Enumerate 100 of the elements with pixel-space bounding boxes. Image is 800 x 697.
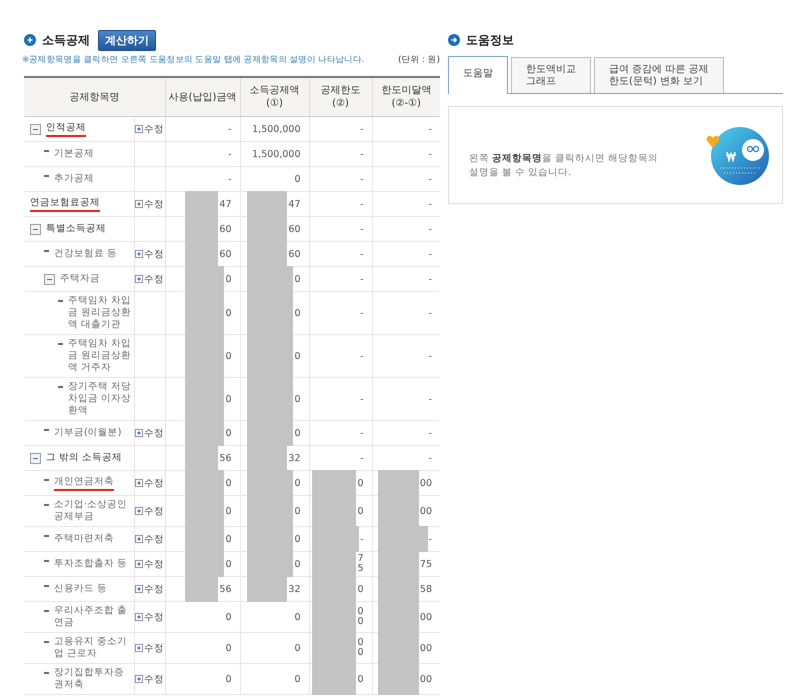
item-name[interactable]: 투자조합출자 등 [54, 558, 128, 570]
tab[interactable]: 도움말 [448, 56, 508, 94]
table-cell: 1,500,000 [252, 124, 300, 134]
column-header: 공제한도(②) [309, 77, 372, 116]
table-cell: 60 [288, 250, 300, 260]
item-name[interactable]: 추가공제 [54, 173, 94, 185]
table-cell: - [428, 200, 432, 210]
column-header: 공제항목명 [24, 77, 165, 116]
edit-button[interactable]: 수정 [135, 122, 164, 136]
calculate-button[interactable]: 계산하기 [98, 30, 156, 50]
item-name[interactable]: 연금보험료공제 [30, 196, 100, 212]
table-cell: 00 [420, 644, 432, 654]
edit-button[interactable]: 수정 [135, 198, 164, 210]
collapse-toggle[interactable] [30, 124, 41, 134]
item-name[interactable]: 인적공제 [46, 122, 86, 136]
table-cell: 0 [294, 428, 300, 438]
edit-button[interactable]: 수정 [135, 610, 164, 624]
item-name[interactable]: 주택마련저축 [54, 533, 114, 545]
table-cell: - [360, 454, 364, 464]
table-cell: - [428, 352, 432, 362]
edit-button[interactable]: 수정 [135, 504, 164, 518]
table-cell: - [360, 200, 364, 210]
table-cell: 56 [219, 454, 232, 464]
item-name[interactable]: 우리사주조합 출연금 [54, 605, 132, 629]
table-cell: 1,500,000 [252, 150, 300, 160]
collapse-toggle[interactable] [44, 274, 55, 284]
edit-button[interactable]: 수정 [135, 642, 164, 654]
table-cell: 0 [294, 478, 300, 488]
edit-button[interactable]: 수정 [135, 426, 164, 440]
item-name[interactable]: 장기집합투자증권저축 [54, 667, 132, 691]
plus-icon [135, 507, 143, 515]
table-cell: 00 [420, 506, 432, 516]
table-cell: - [360, 124, 364, 134]
table-cell: 0 [294, 560, 300, 570]
table-cell: 56 [219, 584, 232, 594]
table-cell: - [428, 224, 432, 234]
table-cell: - [360, 428, 364, 438]
table-cell: 0 [294, 506, 300, 516]
table-cell: - [428, 124, 432, 134]
table-cell: 0 [225, 478, 232, 488]
plus-icon [135, 560, 143, 568]
plus-icon [135, 479, 143, 487]
table-cell: - [428, 174, 432, 184]
collapse-toggle[interactable] [30, 224, 41, 234]
tab[interactable]: 급여 증감에 따른 공제 한도(문턱) 변화 보기 [594, 57, 724, 93]
table-cell: 32 [288, 454, 300, 464]
item-name[interactable]: 기부금(이월분) [54, 427, 122, 439]
table-cell: 7 5 [357, 554, 364, 574]
item-name[interactable]: 주택임차 차입금 원리금상환액 거주자 [68, 338, 132, 374]
table-cell: - [228, 150, 232, 160]
edit-button[interactable]: 수정 [135, 672, 164, 686]
plus-icon [135, 200, 143, 208]
plus-icon [135, 535, 143, 543]
section-title: 소득공제 [42, 32, 90, 48]
table-cell: 0 [225, 534, 232, 544]
table-cell: - [428, 428, 432, 438]
tab[interactable]: 한도액비교 그래프 [511, 57, 591, 93]
table-cell: 0 [225, 612, 232, 622]
table-cell: - [228, 124, 232, 134]
table-cell: 0 [225, 274, 232, 284]
plus-icon [135, 275, 143, 283]
edit-button[interactable]: 수정 [135, 532, 164, 546]
item-name[interactable]: 주택자금 [60, 273, 100, 285]
table-cell: 0 [225, 352, 232, 362]
edit-button[interactable]: 수정 [135, 558, 164, 570]
table-cell: 0 [225, 308, 232, 318]
table-cell: 0 [357, 506, 364, 516]
edit-button[interactable]: 수정 [135, 582, 164, 596]
item-name[interactable]: 장기주택 저당차입금 이자상환액 [68, 381, 132, 417]
table-cell: 47 [219, 200, 232, 210]
table-cell: 0 [294, 674, 300, 684]
table-cell: 0 [294, 274, 300, 284]
table-cell: 0 [225, 560, 232, 570]
table-cell: - [360, 274, 364, 284]
table-cell: - [360, 250, 364, 260]
column-header: 한도미달액(②-①) [372, 77, 440, 116]
item-name[interactable]: 기본공제 [54, 148, 94, 160]
table-cell: 0 [294, 612, 300, 622]
item-name[interactable]: 고용유지 중소기업 근로자 [54, 636, 132, 660]
table-cell: 58 [420, 584, 432, 594]
item-name[interactable]: 그 밖의 소득공제 [46, 452, 122, 464]
table-cell: 00 [420, 612, 432, 622]
item-name[interactable]: 개인연금저축 [54, 476, 114, 490]
table-cell: - [360, 224, 364, 234]
table-cell: 60 [288, 224, 300, 234]
plus-icon [135, 675, 143, 683]
item-name[interactable]: 건강보험료 등 [54, 248, 118, 260]
item-name[interactable]: 신용카드 등 [54, 583, 108, 595]
collapse-toggle[interactable] [30, 452, 41, 464]
table-cell: 0 [294, 534, 300, 544]
unit-label: (단위 : 원) [398, 54, 440, 66]
plus-icon [135, 125, 143, 133]
item-name[interactable]: 주택임차 차입금 원리금상환액 대출기관 [68, 295, 132, 331]
item-name[interactable]: 특별소득공제 [46, 223, 106, 235]
table-cell: 0 [225, 428, 232, 438]
edit-button[interactable]: 수정 [135, 476, 164, 490]
edit-button[interactable]: 수정 [135, 248, 164, 260]
item-name[interactable]: 소기업·소상공인 공제부금 [54, 499, 132, 523]
edit-button[interactable]: 수정 [135, 272, 164, 286]
table-cell: 75 [420, 560, 432, 570]
